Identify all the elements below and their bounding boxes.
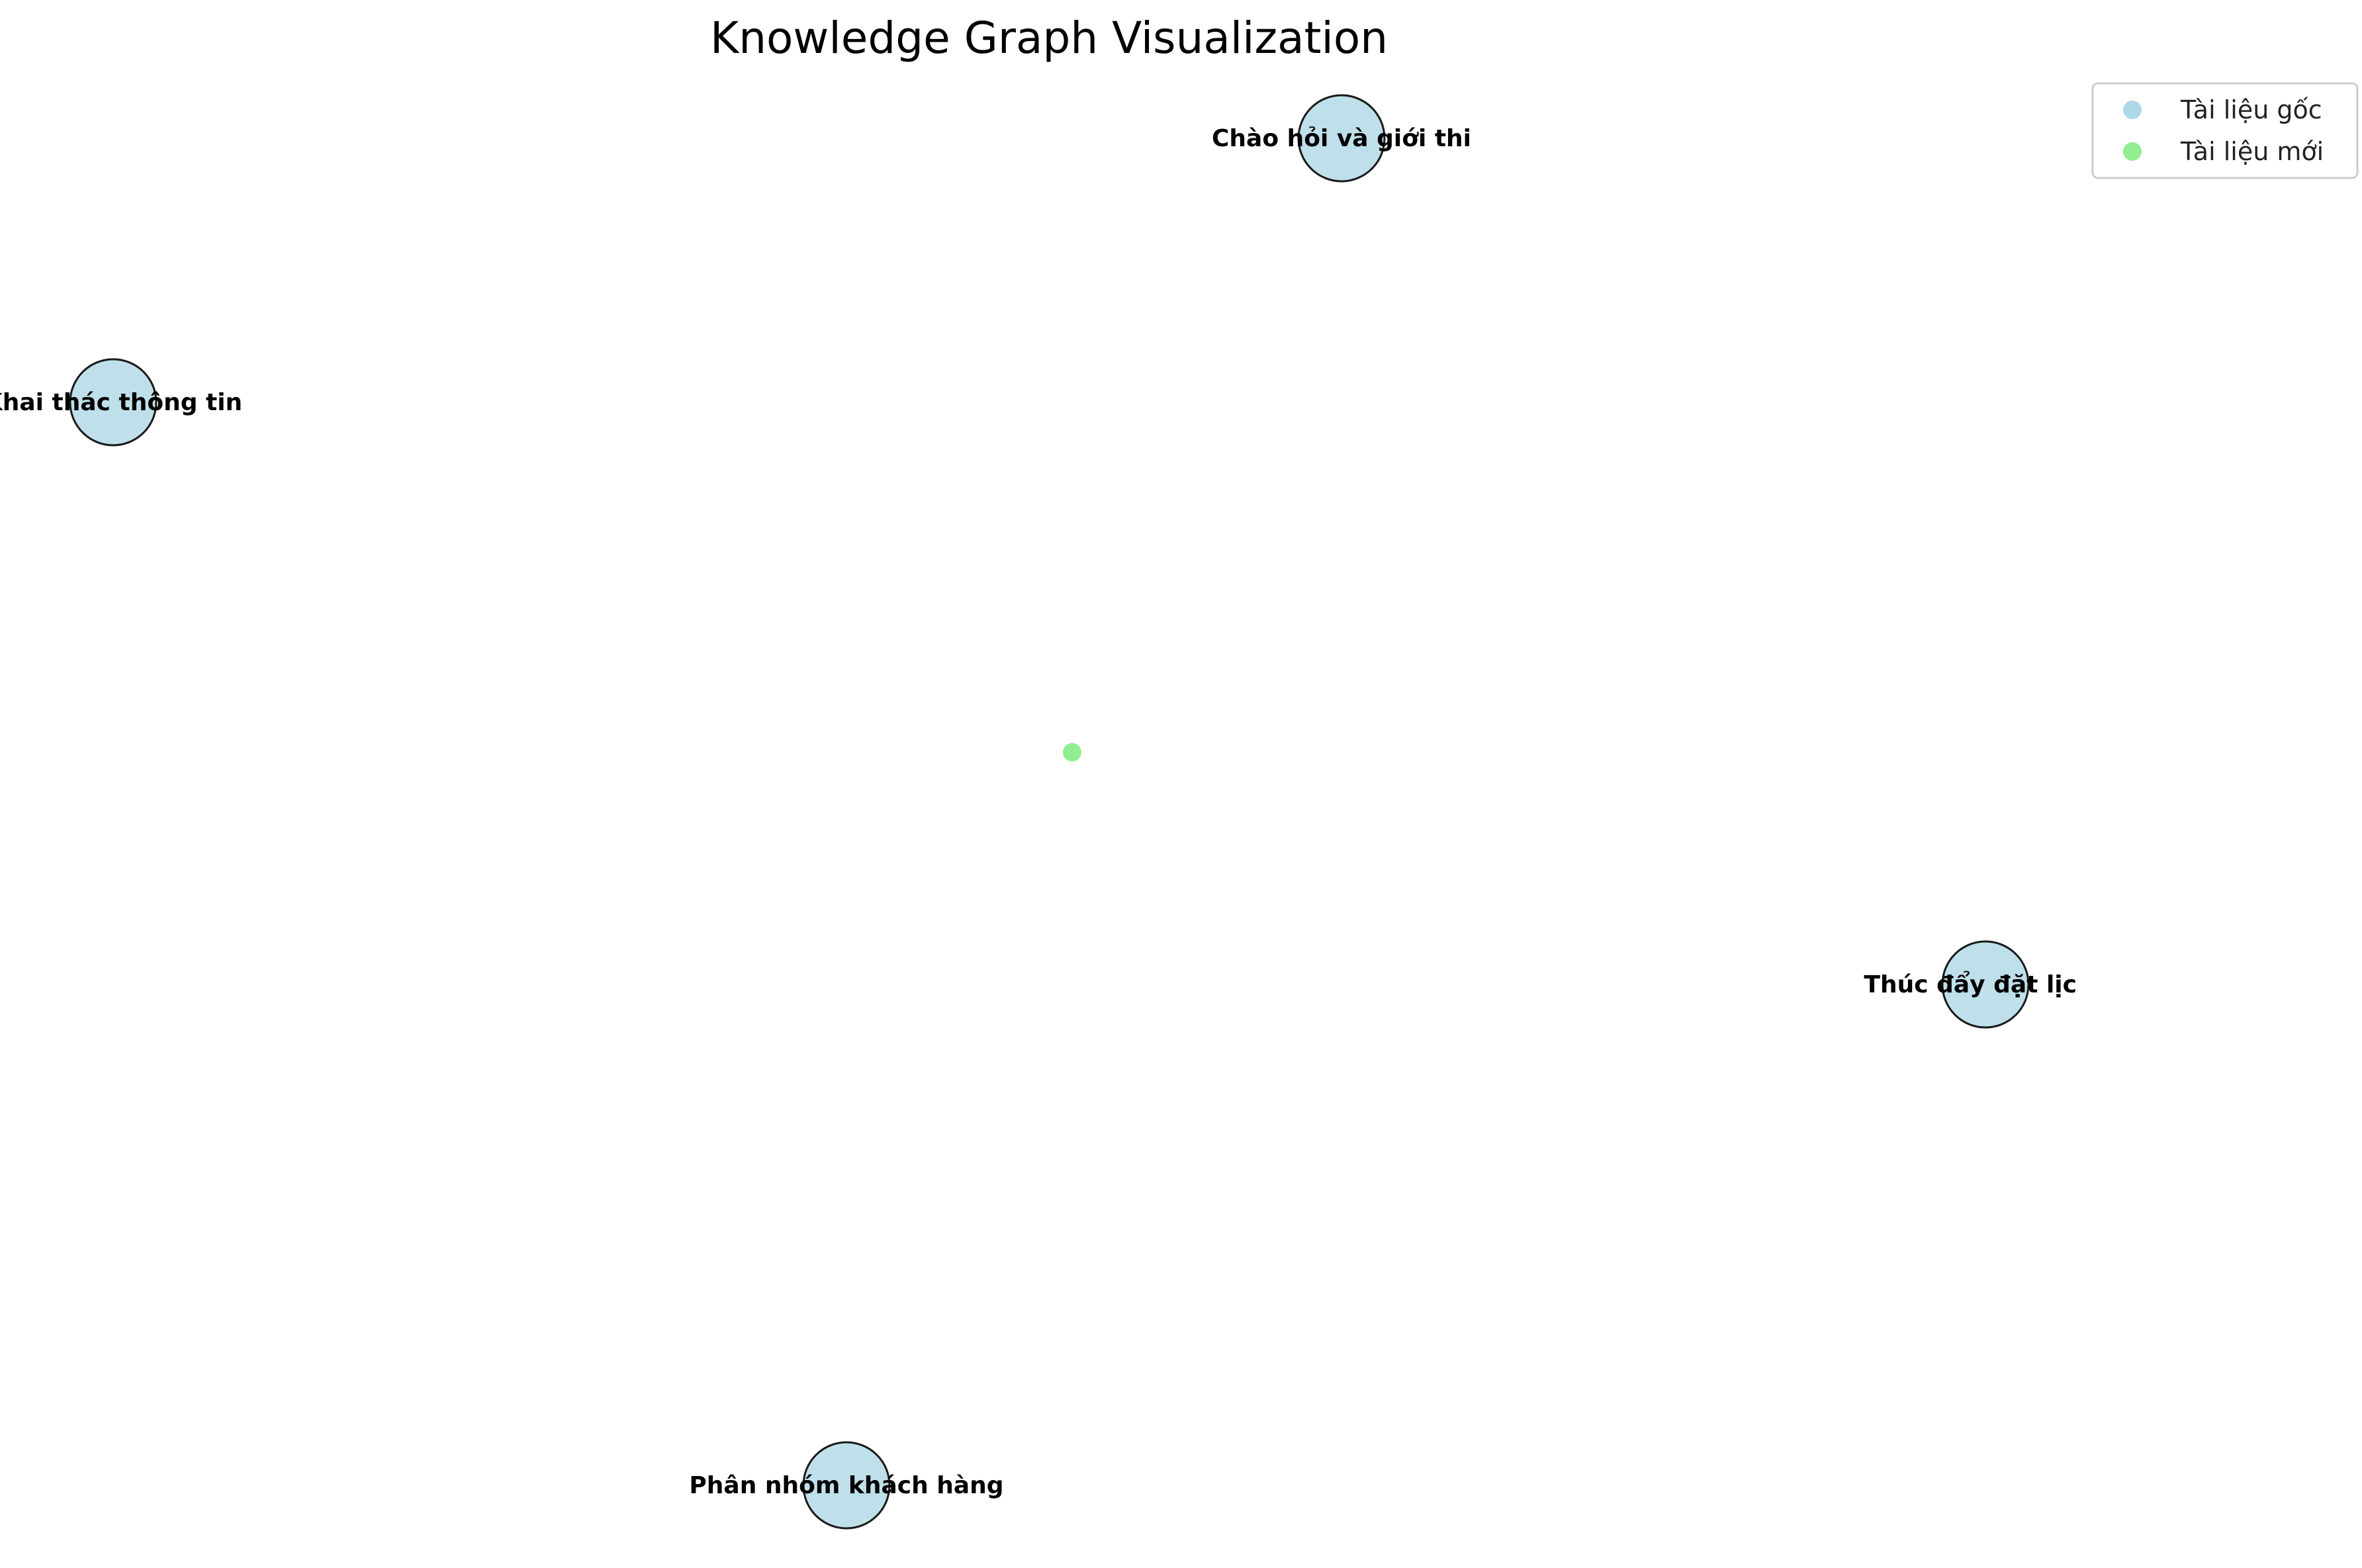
legend-marker <box>2123 142 2142 161</box>
graph-node-new-document[interactable] <box>1063 743 1081 762</box>
knowledge-graph: Knowledge Graph Visualization Chào hỏi v… <box>0 13 2359 1530</box>
graph-canvas: Knowledge Graph Visualization Chào hỏi v… <box>0 0 2362 1568</box>
legend-marker <box>2123 101 2142 119</box>
graph-node-customer-segmentation[interactable]: Phân nhóm khách hàng <box>689 1441 1004 1530</box>
legend: Tài liệu gốc Tài liệu mới <box>2091 82 2359 179</box>
node-label: Chào hỏi và giới thi <box>1212 125 1471 152</box>
graph-node-greeting[interactable]: Chào hỏi và giới thi <box>1212 94 1471 183</box>
graph-node-info-gathering[interactable]: Khai thác thông tin <box>0 358 242 447</box>
node-label: Phân nhóm khách hàng <box>689 1472 1003 1499</box>
graph-node-booking[interactable]: Thúc đẩy đặt lịch <box>1864 940 2093 1029</box>
legend-label: Tài liệu mới <box>2180 137 2324 166</box>
graph-title: Knowledge Graph Visualization <box>710 13 1388 64</box>
node-label: Thúc đẩy đặt lịch <box>1864 971 2093 998</box>
legend-label: Tài liệu gốc <box>2180 95 2322 124</box>
node-dot <box>1063 743 1081 762</box>
node-label: Khai thác thông tin <box>0 389 242 416</box>
